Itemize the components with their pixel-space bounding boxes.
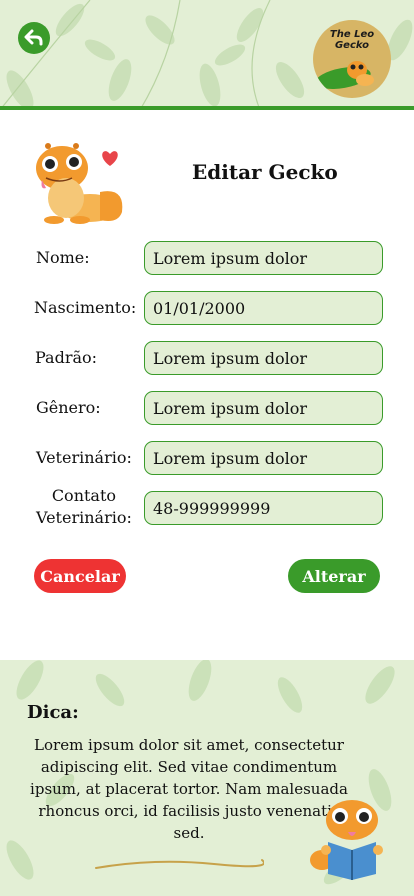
label-genero: Gênero: <box>36 398 101 417</box>
title-area: Editar Gecko <box>30 132 390 228</box>
form-row-veterinario: Veterinário: <box>0 441 414 475</box>
label-veterinario: Veterinário: <box>36 448 132 467</box>
gecko-with-heart-icon <box>36 143 123 224</box>
header-divider <box>0 106 414 110</box>
tip-footer: Dica: Lorem ipsum dolor sit amet, consec… <box>0 660 414 896</box>
form-row-genero: Gênero: <box>0 391 414 425</box>
genero-input[interactable] <box>144 391 383 425</box>
app-header: The Leo Gecko <box>0 0 414 110</box>
form-row-nome: Nome: <box>0 241 414 275</box>
back-arrow-icon <box>24 29 43 46</box>
form-row-nascimento: Nascimento: <box>0 291 414 325</box>
save-button[interactable]: Alterar <box>288 559 380 593</box>
label-nome: Nome: <box>36 248 90 267</box>
label-contato-veterinario: Contato Veterinário: <box>36 486 132 527</box>
nome-input[interactable] <box>144 241 383 275</box>
padrao-input[interactable] <box>144 341 383 375</box>
reading-gecko-icon <box>310 800 383 880</box>
back-button[interactable] <box>18 22 50 54</box>
gecko-on-leaf-icon <box>315 61 374 89</box>
tip-text: Lorem ipsum dolor sit amet, consectetur … <box>30 736 348 842</box>
app-logo: The Leo Gecko <box>313 20 391 98</box>
label-nascimento: Nascimento: <box>34 298 137 317</box>
decorative-swoosh <box>95 859 264 869</box>
cancel-button[interactable]: Cancelar <box>34 559 126 593</box>
contato-veterinario-input[interactable] <box>144 491 383 525</box>
form-row-contato-veterinario: Contato Veterinário: <box>0 486 414 527</box>
nascimento-input[interactable] <box>144 291 383 325</box>
page-title: Editar Gecko <box>192 160 338 184</box>
veterinario-input[interactable] <box>144 441 383 475</box>
form-row-padrao: Padrão: <box>0 341 414 375</box>
label-padrao: Padrão: <box>35 348 98 367</box>
tip-title: Dica: <box>27 702 79 723</box>
